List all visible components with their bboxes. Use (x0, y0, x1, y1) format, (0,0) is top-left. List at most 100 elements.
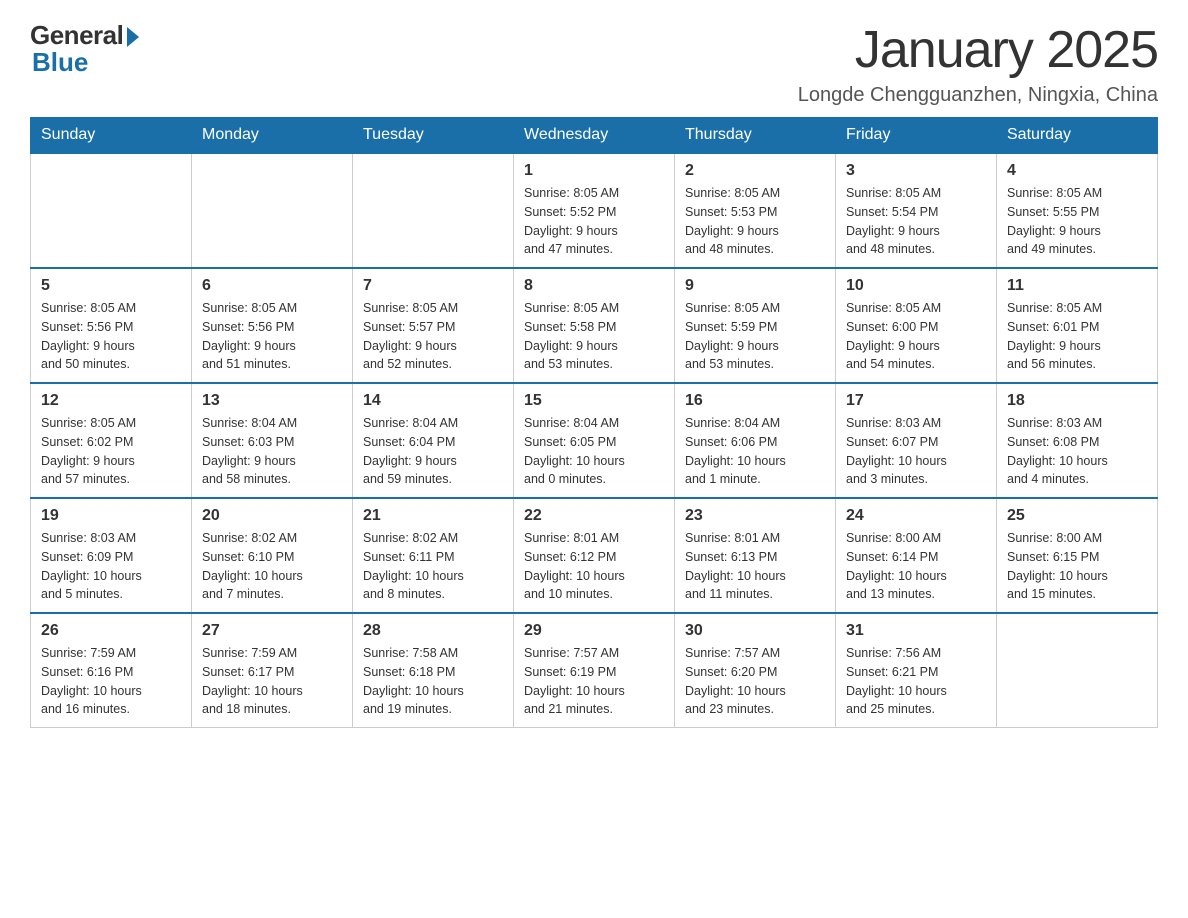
day-info: Sunrise: 8:04 AMSunset: 6:05 PMDaylight:… (524, 414, 664, 489)
calendar-cell: 22Sunrise: 8:01 AMSunset: 6:12 PMDayligh… (514, 498, 675, 613)
week-row-2: 5 Sunrise: 8:05 AMSunset: 5:56 PMDaylight… (31, 268, 1158, 383)
calendar-table: SundayMondayTuesdayWednesdayThursdayFrid… (30, 117, 1158, 728)
calendar-cell: 30Sunrise: 7:57 AMSunset: 6:20 PMDayligh… (675, 613, 836, 728)
day-number: 21 (363, 507, 503, 525)
day-number: 17 (846, 392, 986, 410)
week-row-4: 19 Sunrise: 8:03 AMSunset: 6:09 PMDayligh… (31, 498, 1158, 613)
calendar-cell: 12Sunrise: 8:05 AMSunset: 6:02 PMDayligh… (31, 383, 192, 498)
calendar-cell: 10 Sunrise: 8:05 AMSunset: 6:00 PMDayligh… (836, 268, 997, 383)
logo: General Blue (30, 20, 139, 78)
calendar-cell: 15 Sunrise: 8:04 AMSunset: 6:05 PMDayligh… (514, 383, 675, 498)
logo-blue-text: Blue (32, 47, 88, 78)
calendar-cell: 1 Sunrise: 8:05 AMSunset: 5:52 PMDaylight… (514, 153, 675, 268)
day-info: Sunrise: 8:05 AMSunset: 5:56 PMDaylight:… (41, 299, 181, 374)
calendar-cell: 2 Sunrise: 8:05 AMSunset: 5:53 PMDaylight… (675, 153, 836, 268)
calendar-cell: 8 Sunrise: 8:05 AMSunset: 5:58 PMDaylight… (514, 268, 675, 383)
day-info: Sunrise: 8:02 AMSunset: 6:10 PMDaylight:… (202, 529, 342, 604)
calendar-cell (997, 613, 1158, 728)
calendar-cell: 5 Sunrise: 8:05 AMSunset: 5:56 PMDaylight… (31, 268, 192, 383)
calendar-cell: 11 Sunrise: 8:05 AMSunset: 6:01 PMDayligh… (997, 268, 1158, 383)
day-info: Sunrise: 8:05 AMSunset: 5:53 PMDaylight:… (685, 184, 825, 259)
calendar-cell: 25 Sunrise: 8:00 AMSunset: 6:15 PMDayligh… (997, 498, 1158, 613)
logo-triangle-icon (127, 27, 139, 47)
day-number: 31 (846, 622, 986, 640)
calendar-cell (31, 153, 192, 268)
day-info: Sunrise: 8:03 AMSunset: 6:08 PMDaylight:… (1007, 414, 1147, 489)
week-row-1: 1 Sunrise: 8:05 AMSunset: 5:52 PMDaylight… (31, 153, 1158, 268)
calendar-cell: 26 Sunrise: 7:59 AMSunset: 6:16 PMDayligh… (31, 613, 192, 728)
calendar-cell: 14 Sunrise: 8:04 AMSunset: 6:04 PMDayligh… (353, 383, 514, 498)
day-info: Sunrise: 7:56 AMSunset: 6:21 PMDaylight:… (846, 644, 986, 719)
day-info: Sunrise: 8:05 AMSunset: 5:55 PMDaylight:… (1007, 184, 1147, 259)
day-info: Sunrise: 8:05 AMSunset: 5:54 PMDaylight:… (846, 184, 986, 259)
day-info: Sunrise: 7:59 AMSunset: 6:16 PMDaylight:… (41, 644, 181, 719)
week-row-3: 12Sunrise: 8:05 AMSunset: 6:02 PMDayligh… (31, 383, 1158, 498)
day-info: Sunrise: 8:04 AMSunset: 6:04 PMDaylight:… (363, 414, 503, 489)
day-number: 24 (846, 507, 986, 525)
day-info: Sunrise: 8:00 AMSunset: 6:15 PMDaylight:… (1007, 529, 1147, 604)
calendar-cell (192, 153, 353, 268)
day-header-monday: Monday (192, 118, 353, 154)
day-number: 27 (202, 622, 342, 640)
day-number: 16 (685, 392, 825, 410)
day-info: Sunrise: 8:04 AMSunset: 6:06 PMDaylight:… (685, 414, 825, 489)
day-number: 6 (202, 277, 342, 295)
day-number: 28 (363, 622, 503, 640)
day-number: 8 (524, 277, 664, 295)
day-info: Sunrise: 8:01 AMSunset: 6:13 PMDaylight:… (685, 529, 825, 604)
calendar-cell: 21Sunrise: 8:02 AMSunset: 6:11 PMDayligh… (353, 498, 514, 613)
day-info: Sunrise: 8:05 AMSunset: 5:56 PMDaylight:… (202, 299, 342, 374)
day-number: 25 (1007, 507, 1147, 525)
calendar-cell: 24 Sunrise: 8:00 AMSunset: 6:14 PMDayligh… (836, 498, 997, 613)
day-number: 9 (685, 277, 825, 295)
month-title: January 2025 (798, 20, 1158, 80)
day-info: Sunrise: 8:01 AMSunset: 6:12 PMDaylight:… (524, 529, 664, 604)
day-info: Sunrise: 8:05 AMSunset: 6:01 PMDaylight:… (1007, 299, 1147, 374)
calendar-cell: 18 Sunrise: 8:03 AMSunset: 6:08 PMDayligh… (997, 383, 1158, 498)
day-info: Sunrise: 8:05 AMSunset: 6:00 PMDaylight:… (846, 299, 986, 374)
calendar-cell: 3Sunrise: 8:05 AMSunset: 5:54 PMDaylight… (836, 153, 997, 268)
title-area: January 2025 Longde Chengguanzhen, Ningx… (798, 20, 1158, 107)
day-number: 19 (41, 507, 181, 525)
day-info: Sunrise: 8:03 AMSunset: 6:09 PMDaylight:… (41, 529, 181, 604)
day-header-wednesday: Wednesday (514, 118, 675, 154)
day-info: Sunrise: 8:00 AMSunset: 6:14 PMDaylight:… (846, 529, 986, 604)
day-number: 2 (685, 162, 825, 180)
calendar-cell: 19 Sunrise: 8:03 AMSunset: 6:09 PMDayligh… (31, 498, 192, 613)
day-number: 11 (1007, 277, 1147, 295)
day-info: Sunrise: 8:05 AMSunset: 6:02 PMDaylight:… (41, 414, 181, 489)
calendar-cell: 23Sunrise: 8:01 AMSunset: 6:13 PMDayligh… (675, 498, 836, 613)
day-number: 18 (1007, 392, 1147, 410)
day-number: 26 (41, 622, 181, 640)
day-info: Sunrise: 7:58 AMSunset: 6:18 PMDaylight:… (363, 644, 503, 719)
day-info: Sunrise: 7:59 AMSunset: 6:17 PMDaylight:… (202, 644, 342, 719)
calendar-cell: 6 Sunrise: 8:05 AMSunset: 5:56 PMDaylight… (192, 268, 353, 383)
day-header-sunday: Sunday (31, 118, 192, 154)
calendar-cell: 20 Sunrise: 8:02 AMSunset: 6:10 PMDayligh… (192, 498, 353, 613)
week-row-5: 26 Sunrise: 7:59 AMSunset: 6:16 PMDayligh… (31, 613, 1158, 728)
day-number: 14 (363, 392, 503, 410)
day-number: 1 (524, 162, 664, 180)
day-header-friday: Friday (836, 118, 997, 154)
day-number: 4 (1007, 162, 1147, 180)
day-info: Sunrise: 8:03 AMSunset: 6:07 PMDaylight:… (846, 414, 986, 489)
day-number: 20 (202, 507, 342, 525)
calendar-cell: 9 Sunrise: 8:05 AMSunset: 5:59 PMDaylight… (675, 268, 836, 383)
day-number: 5 (41, 277, 181, 295)
day-info: Sunrise: 8:05 AMSunset: 5:58 PMDaylight:… (524, 299, 664, 374)
day-number: 10 (846, 277, 986, 295)
day-info: Sunrise: 8:05 AMSunset: 5:59 PMDaylight:… (685, 299, 825, 374)
calendar-cell: 7Sunrise: 8:05 AMSunset: 5:57 PMDaylight… (353, 268, 514, 383)
day-number: 15 (524, 392, 664, 410)
calendar-cell (353, 153, 514, 268)
header: General Blue January 2025 Longde Chenggu… (30, 20, 1158, 107)
day-info: Sunrise: 8:04 AMSunset: 6:03 PMDaylight:… (202, 414, 342, 489)
day-header-tuesday: Tuesday (353, 118, 514, 154)
day-number: 29 (524, 622, 664, 640)
day-number: 7 (363, 277, 503, 295)
day-number: 30 (685, 622, 825, 640)
day-number: 13 (202, 392, 342, 410)
day-info: Sunrise: 8:05 AMSunset: 5:52 PMDaylight:… (524, 184, 664, 259)
calendar-cell: 28 Sunrise: 7:58 AMSunset: 6:18 PMDayligh… (353, 613, 514, 728)
location-title: Longde Chengguanzhen, Ningxia, China (798, 84, 1158, 107)
